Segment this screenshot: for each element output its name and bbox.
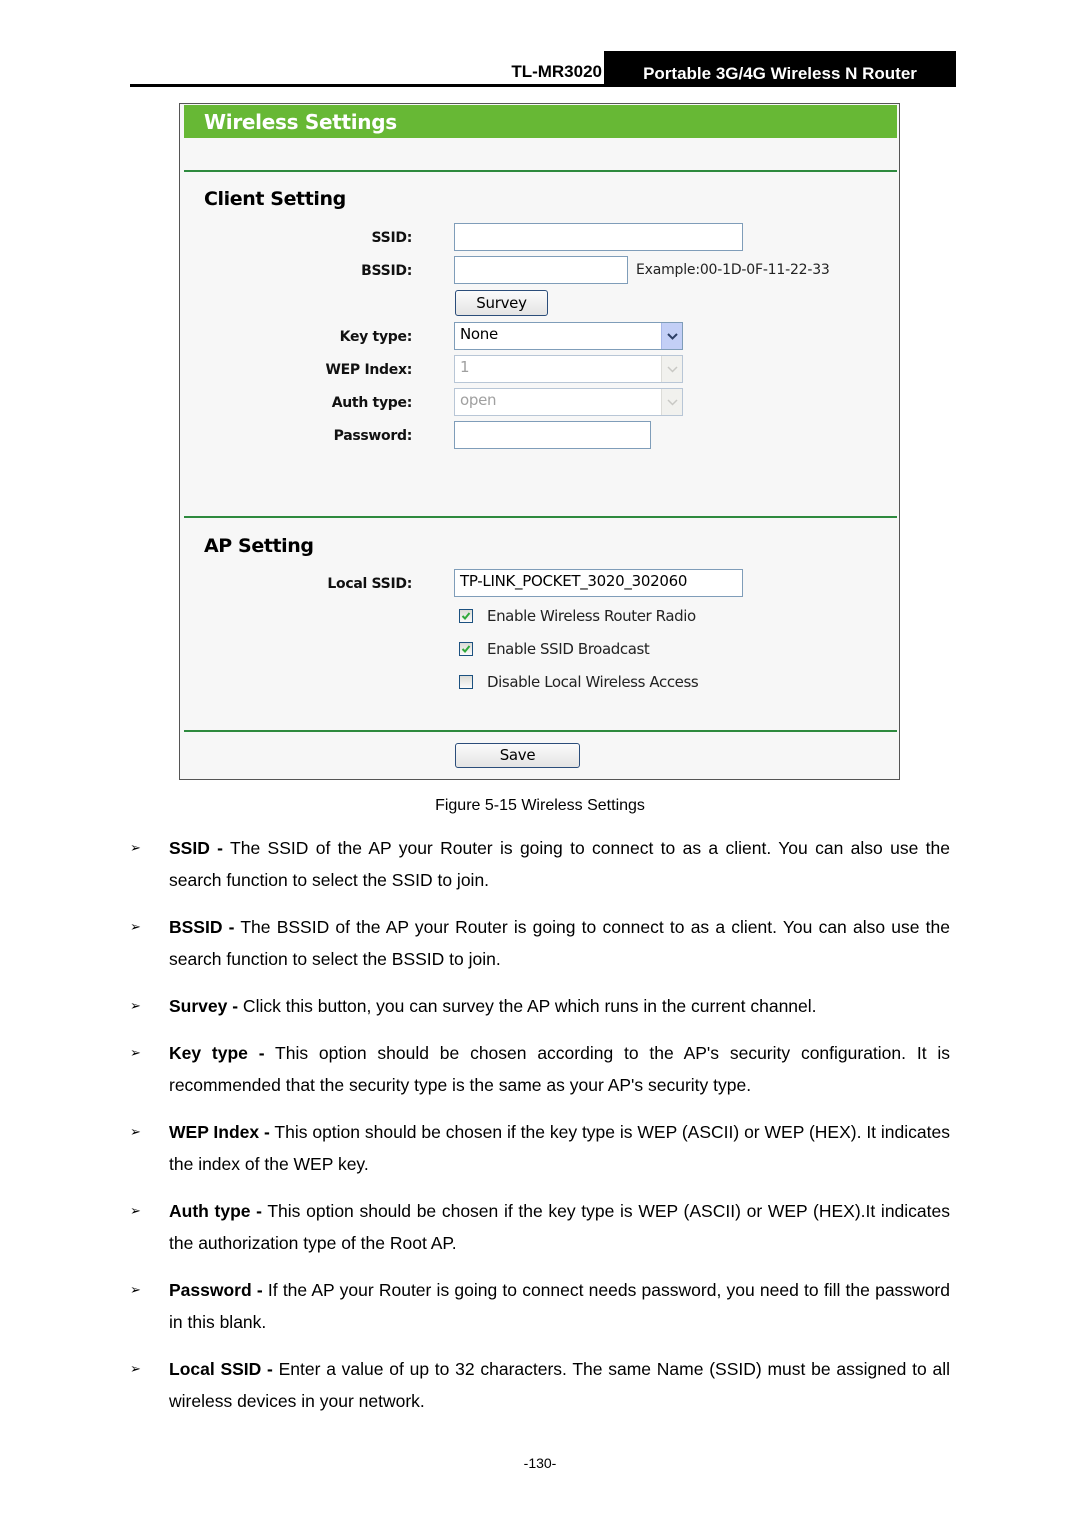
enable-wireless-radio-label: Enable Wireless Router Radio — [487, 607, 696, 625]
bullet-description: This option should be chosen according t… — [169, 1043, 951, 1095]
bullet-term: WEP Index - — [169, 1122, 270, 1142]
page-number: -130- — [523, 1455, 557, 1471]
auth-type-select: open — [454, 388, 683, 416]
auth-type-value: open — [460, 391, 497, 409]
arrow-bullet-icon: ➢ — [130, 1282, 141, 1297]
ssid-label: SSID: — [371, 230, 413, 246]
bullet-description: The SSID of the AP your Router is going … — [169, 838, 950, 890]
bullet-term: Key type - — [169, 1043, 265, 1063]
bullet-description: Click this button, you can survey the AP… — [238, 996, 817, 1016]
enable-ssid-broadcast-label: Enable SSID Broadcast — [487, 640, 650, 658]
bullet-description: Enter a value of up to 32 characters. Th… — [169, 1359, 950, 1411]
bullet-description: This option should be chosen if the key … — [169, 1122, 950, 1174]
bullet-description: If the AP your Router is going to connec… — [169, 1280, 950, 1332]
password-label: Password: — [333, 428, 413, 444]
arrow-bullet-icon: ➢ — [130, 919, 141, 934]
header-divider — [130, 84, 956, 87]
bullet-term: SSID - — [169, 838, 224, 858]
key-type-label: Key type: — [339, 329, 413, 345]
bullet-term: BSSID - — [169, 917, 235, 937]
chevron-down-icon — [661, 389, 682, 415]
wep-index-label: WEP Index: — [325, 362, 413, 378]
section-divider — [184, 516, 897, 518]
header-product-title: Portable 3G/4G Wireless N Router — [604, 51, 956, 87]
disable-local-wireless-checkbox[interactable] — [459, 675, 473, 689]
chevron-down-icon — [661, 356, 682, 382]
bssid-input[interactable] — [454, 256, 628, 284]
wep-index-select: 1 — [454, 355, 683, 383]
chevron-down-icon[interactable] — [661, 323, 682, 349]
arrow-bullet-icon: ➢ — [130, 1045, 141, 1060]
save-button[interactable]: Save — [455, 743, 580, 768]
disable-local-wireless-label: Disable Local Wireless Access — [487, 673, 699, 691]
section-divider — [184, 730, 897, 732]
bssid-example-hint: Example:00-1D-0F-11-22-33 — [636, 262, 830, 278]
bullet-term: Password - — [169, 1280, 263, 1300]
wireless-settings-screenshot: Wireless Settings Client Setting SSID: B… — [179, 103, 900, 780]
ssid-input[interactable] — [454, 223, 743, 251]
wep-index-value: 1 — [460, 358, 470, 376]
local-ssid-input[interactable]: TP-LINK_POCKET_3020_302060 — [454, 569, 743, 597]
arrow-bullet-icon: ➢ — [130, 998, 141, 1013]
bullet-description: This option should be chosen if the key … — [169, 1201, 951, 1253]
bullet-description: The BSSID of the AP your Router is going… — [169, 917, 950, 969]
bullet-term: Local SSID - — [169, 1359, 273, 1379]
arrow-bullet-icon: ➢ — [130, 840, 141, 855]
local-ssid-label: Local SSID: — [327, 576, 412, 592]
header-model-name: TL-MR3020 — [511, 62, 602, 81]
figure-caption: Figure 5-15 Wireless Settings — [435, 797, 645, 814]
key-type-select[interactable]: None — [454, 322, 683, 350]
client-setting-heading: Client Setting — [204, 188, 346, 210]
password-input[interactable] — [454, 421, 651, 449]
enable-wireless-radio-checkbox[interactable] — [459, 609, 473, 623]
bssid-label: BSSID: — [361, 263, 412, 279]
ap-setting-heading: AP Setting — [204, 535, 314, 557]
arrow-bullet-icon: ➢ — [130, 1124, 141, 1139]
title-bar: Wireless Settings — [184, 105, 897, 138]
arrow-bullet-icon: ➢ — [130, 1361, 141, 1376]
enable-ssid-broadcast-checkbox[interactable] — [459, 642, 473, 656]
key-type-value: None — [460, 325, 498, 343]
bullet-term: Survey - — [169, 996, 239, 1016]
window-title: Wireless Settings — [204, 110, 397, 134]
survey-button[interactable]: Survey — [455, 290, 548, 316]
section-divider — [184, 170, 897, 172]
auth-type-label: Auth type: — [331, 395, 413, 411]
arrow-bullet-icon: ➢ — [130, 1203, 141, 1218]
bullet-term: Auth type - — [169, 1201, 263, 1221]
